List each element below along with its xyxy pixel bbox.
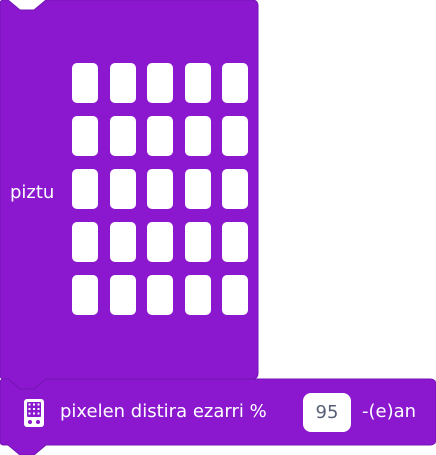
- brightness-value-input[interactable]: 95: [303, 393, 351, 432]
- led-pixel-0-0[interactable]: [72, 63, 98, 103]
- led-pixel-3-4[interactable]: [222, 222, 248, 262]
- code-canvas: piztu pixelen distira ezarri % 95 -(e)an: [0, 0, 436, 455]
- led-pixel-2-2[interactable]: [147, 169, 173, 209]
- led-pixel-4-0[interactable]: [72, 275, 98, 315]
- microbit-device-icon: [24, 399, 44, 427]
- led-pixel-3-3[interactable]: [185, 222, 211, 262]
- led-pixel-1-1[interactable]: [110, 116, 136, 156]
- led-pixel-1-0[interactable]: [72, 116, 98, 156]
- led-pixel-4-4[interactable]: [222, 275, 248, 315]
- led-pixel-3-2[interactable]: [147, 222, 173, 262]
- led-pixel-0-2[interactable]: [147, 63, 173, 103]
- led-pixel-4-1[interactable]: [110, 275, 136, 315]
- led-pixel-2-3[interactable]: [185, 169, 211, 209]
- led-pixel-1-2[interactable]: [147, 116, 173, 156]
- led-matrix-grid: [72, 63, 250, 315]
- led-pixel-0-1[interactable]: [110, 63, 136, 103]
- led-pixel-2-4[interactable]: [222, 169, 248, 209]
- led-pixel-4-2[interactable]: [147, 275, 173, 315]
- led-pixel-0-3[interactable]: [185, 63, 211, 103]
- brightness-block-suffix: -(e)an: [362, 401, 417, 422]
- matrix-block-label: piztu: [10, 182, 55, 203]
- led-pixel-1-4[interactable]: [222, 116, 248, 156]
- led-pixel-4-3[interactable]: [185, 275, 211, 315]
- brightness-block-label: pixelen distira ezarri %: [60, 401, 267, 422]
- led-pixel-3-0[interactable]: [72, 222, 98, 262]
- led-pixel-2-0[interactable]: [72, 169, 98, 209]
- led-pixel-1-3[interactable]: [185, 116, 211, 156]
- led-pixel-0-4[interactable]: [222, 63, 248, 103]
- led-pixel-3-1[interactable]: [110, 222, 136, 262]
- led-pixel-2-1[interactable]: [110, 169, 136, 209]
